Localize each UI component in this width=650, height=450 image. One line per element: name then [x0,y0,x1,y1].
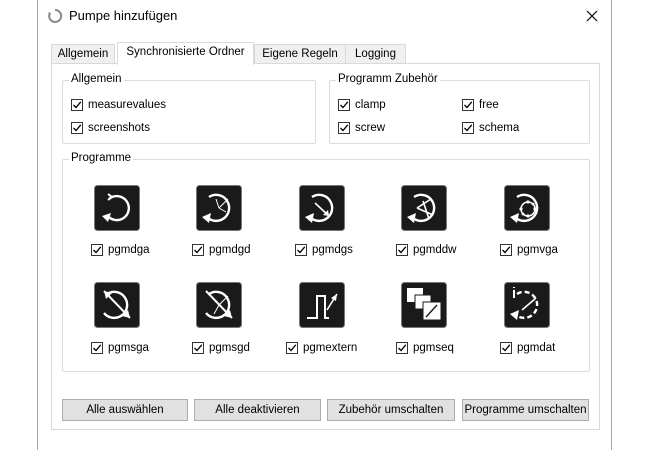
checkbox-label: pgmdat [517,342,556,354]
checkbox-box[interactable] [91,244,103,256]
checkbox-box[interactable] [91,342,103,354]
pgmsgd-icon[interactable] [196,282,242,328]
close-icon [586,10,598,22]
checkbox-pgmextern[interactable]: pgmextern [286,342,357,354]
checkbox-label: pgmsgd [209,342,250,354]
window-title: Pumpe hinzufügen [69,8,178,23]
checkbox-box[interactable] [192,244,204,256]
pump-icon [48,8,63,23]
checkbox-box[interactable] [462,99,474,111]
group-allgemein: Allgemein measurevalues screenshots [62,73,316,144]
checkbox-pgmsga[interactable]: pgmsga [91,342,149,354]
group-programm-zubehoer: Programm Zubehör clamp free screw schema [329,73,590,144]
checkbox-label: measurevalues [88,99,166,111]
checkbox-pgmdga[interactable]: pgmdga [91,244,150,256]
checkbox-label: schema [479,122,520,134]
pgmextern-icon[interactable] [299,282,345,328]
checkbox-clamp[interactable]: clamp [338,99,386,111]
checkbox-box[interactable] [71,99,83,111]
tab-allgemein[interactable]: Allgemein [51,44,115,64]
checkbox-schema[interactable]: schema [462,122,519,134]
checkbox-pgmdat[interactable]: pgmdat [500,342,555,354]
pgmdat-icon[interactable] [504,282,550,328]
checkbox-label: pgmvga [517,244,558,256]
select-all-button[interactable]: Alle auswählen [62,399,188,421]
pgmdgs-icon[interactable] [299,185,345,231]
group-programme: Programme pgmdga pgmdgd pgmdgs pgmddw pg… [62,152,590,372]
checkbox-free[interactable]: free [462,99,499,111]
checkbox-box[interactable] [500,342,512,354]
checkbox-label: pgmextern [303,342,358,354]
pgmdgd-icon[interactable] [196,185,242,231]
group-allgemein-label: Allgemein [69,73,124,85]
checkbox-pgmddw[interactable]: pgmddw [396,244,456,256]
pgmdga-icon[interactable] [94,185,140,231]
checkbox-box[interactable] [396,342,408,354]
checkbox-pgmvga[interactable]: pgmvga [500,244,558,256]
checkbox-pgmdgd[interactable]: pgmdgd [192,244,251,256]
checkbox-label: free [479,99,499,111]
pgmseq-icon[interactable] [401,282,447,328]
checkbox-box[interactable] [338,122,350,134]
tab-eigene-regeln[interactable]: Eigene Regeln [254,44,346,64]
toggle-programs-button[interactable]: Programme umschalten [462,399,589,421]
pgmddw-icon[interactable] [401,185,447,231]
checkbox-pgmsgd[interactable]: pgmsgd [192,342,250,354]
title-bar[interactable]: Pumpe hinzufügen [38,0,611,32]
deactivate-all-button[interactable]: Alle deaktivieren [194,399,321,421]
tab-panel: Allgemein measurevalues screenshots Prog… [51,63,600,430]
checkbox-label: pgmdga [108,244,150,256]
checkbox-box[interactable] [192,342,204,354]
checkbox-box[interactable] [71,122,83,134]
close-button[interactable] [579,4,605,28]
checkbox-box[interactable] [295,244,307,256]
dialog-window: Pumpe hinzufügen Allgemein Synchronisier… [37,0,612,450]
group-programme-label: Programme [69,152,134,164]
toggle-accessories-button[interactable]: Zubehör umschalten [327,399,455,421]
checkbox-box[interactable] [338,99,350,111]
checkbox-measurevalues[interactable]: measurevalues [71,99,166,111]
checkbox-screenshots[interactable]: screenshots [71,122,150,134]
checkbox-box[interactable] [286,342,298,354]
checkbox-label: pgmdgd [209,244,251,256]
checkbox-box[interactable] [500,244,512,256]
pgmsga-icon[interactable] [94,282,140,328]
checkbox-label: screenshots [88,122,151,134]
group-zubehoer-label: Programm Zubehör [336,73,440,85]
pgmvga-icon[interactable] [504,185,550,231]
checkbox-label: pgmddw [413,244,457,256]
checkbox-label: clamp [355,99,386,111]
checkbox-box[interactable] [462,122,474,134]
checkbox-box[interactable] [396,244,408,256]
checkbox-screw[interactable]: screw [338,122,385,134]
tab-synchronisierte-ordner[interactable]: Synchronisierte Ordner [117,42,254,65]
checkbox-label: screw [355,122,386,134]
checkbox-label: pgmseq [413,342,454,354]
checkbox-pgmseq[interactable]: pgmseq [396,342,454,354]
checkbox-label: pgmdgs [312,244,353,256]
tab-logging[interactable]: Logging [345,44,406,64]
checkbox-pgmdgs[interactable]: pgmdgs [295,244,353,256]
checkbox-label: pgmsga [108,342,149,354]
